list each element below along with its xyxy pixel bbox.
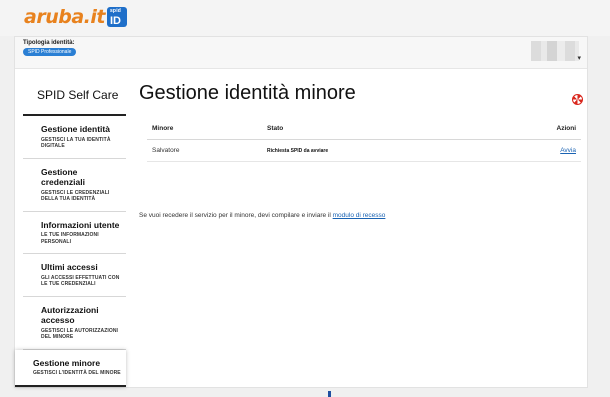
cell-stato: Richiesta SPID da avviare <box>262 139 488 162</box>
lifebuoy-help-icon[interactable] <box>572 94 583 105</box>
sidebar-item-ultimi-accessi[interactable]: Ultimi accessi GLI ACCESSI EFFETTUATI CO… <box>23 254 126 297</box>
badge-small-text: spid <box>109 8 122 14</box>
identity-bar: Tipologia identità: SPID Professionale ▾ <box>15 37 587 69</box>
aruba-logo[interactable]: aruba.it spid ID <box>24 6 127 28</box>
badge-id-text: ID <box>109 15 121 27</box>
withdrawal-note: Se vuoi recedere il servizio per il mino… <box>139 212 385 219</box>
user-menu[interactable] <box>531 41 579 61</box>
identity-type-badge: SPID Professionale <box>23 48 77 56</box>
sidebar-item-subtitle: GESTISCI LE AUTORIZZAZIONI DEL MINORE <box>41 327 119 341</box>
sidebar-item-subtitle: GESTISCI LA TUA IDENTITÀ DIGITALE <box>41 136 111 150</box>
withdrawal-form-link[interactable]: modulo di recesso <box>333 212 386 219</box>
sidebar-item-gestione-credenziali[interactable]: Gestione credenziali GESTISCI LE CREDENZ… <box>23 159 126 212</box>
content-frame: Tipologia identità: SPID Professionale ▾… <box>14 36 588 388</box>
logo-text: aruba.it <box>24 6 105 28</box>
bottom-indicator <box>328 391 331 397</box>
sidebar-item-informazioni-utente[interactable]: Informazioni utente LE TUE INFORMAZIONI … <box>23 212 126 254</box>
sidebar: SPID Self Care Gestione identità GESTISC… <box>15 82 126 387</box>
sidebar-item-gestione-identita[interactable]: Gestione identità GESTISCI LA TUA IDENTI… <box>23 116 126 159</box>
table-row: Salvatore Richiesta SPID da avviare Avvi… <box>147 139 581 162</box>
minors-table: Minore Stato Azioni Salvatore Richiesta … <box>147 118 581 162</box>
sidebar-item-gestione-minore[interactable]: Gestione minore GESTISCI L'IDENTITÀ DEL … <box>15 349 126 387</box>
sidebar-item-subtitle: GESTISCI L'IDENTITÀ DEL MINORE <box>33 370 121 376</box>
column-header-stato: Stato <box>262 118 488 140</box>
sidebar-item-label: Gestione identità <box>41 124 110 134</box>
cell-minore: Salvatore <box>147 139 262 162</box>
sidebar-item-subtitle: GLI ACCESSI EFFETTUATI CON LE TUE CREDEN… <box>41 274 120 288</box>
column-header-azioni: Azioni <box>487 118 581 140</box>
sidebar-item-label: Gestione minore <box>33 357 101 368</box>
table-header-row: Minore Stato Azioni <box>147 118 581 140</box>
sidebar-title: SPID Self Care <box>23 82 126 116</box>
sidebar-item-label: Informazioni utente <box>41 219 120 230</box>
page-title: Gestione identità minore <box>139 82 356 104</box>
top-bar: aruba.it spid ID <box>0 0 610 36</box>
caret-down-icon[interactable]: ▾ <box>577 54 581 62</box>
sidebar-item-subtitle: GESTISCI LE CREDENZIALI DELLA TUA IDENTI… <box>41 189 110 203</box>
identity-type-label: Tipologia identità: <box>23 40 75 46</box>
sidebar-item-label: Ultimi accessi <box>41 262 98 272</box>
sidebar-item-autorizzazioni-accesso[interactable]: Autorizzazioni accesso GESTISCI LE AUTOR… <box>23 297 126 350</box>
avvia-link[interactable]: Avvia <box>560 147 576 154</box>
main-content: Gestione identità minore Minore Stato Az… <box>139 82 583 219</box>
column-header-minore: Minore <box>147 118 262 140</box>
spid-id-badge: spid ID <box>106 7 127 27</box>
cell-azioni: Avvia <box>487 139 581 162</box>
sidebar-item-subtitle: LE TUE INFORMAZIONI PERSONALI <box>41 232 99 245</box>
note-text: Se vuoi recedere il servizio per il mino… <box>139 212 333 219</box>
sidebar-item-label: Autorizzazioni accesso <box>41 304 99 326</box>
sidebar-item-label: Gestione credenziali <box>41 166 85 188</box>
